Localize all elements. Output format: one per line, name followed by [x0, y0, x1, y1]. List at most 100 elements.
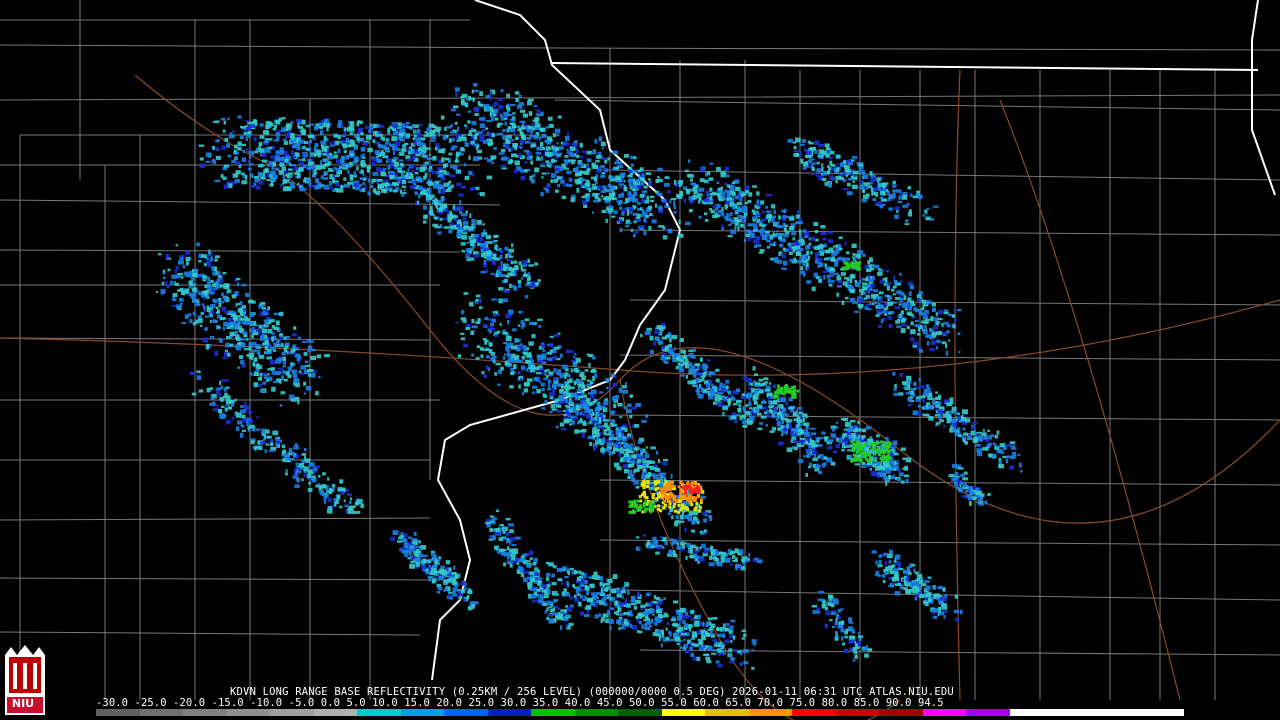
echo-pixel [345, 137, 349, 142]
echo-pixel [830, 461, 836, 466]
echo-pixel [856, 162, 862, 165]
echo-pixel [509, 563, 513, 568]
echo-pixel [952, 325, 956, 328]
echo-pixel [797, 259, 803, 264]
echo-pixel [921, 320, 925, 324]
echo-pixel [293, 363, 296, 366]
echo-pixel [795, 214, 800, 219]
echo-pixel [220, 173, 224, 178]
echo-pixel [886, 188, 889, 192]
echo-pixel [234, 330, 238, 335]
echo-pixel [263, 319, 269, 323]
echo-pixel [235, 334, 240, 339]
echo-pixel [652, 341, 657, 346]
echo-pixel [540, 111, 544, 116]
echo-pixel [263, 376, 268, 379]
echo-pixel [645, 172, 652, 175]
echo-pixel [522, 113, 528, 118]
echo-pixel [613, 166, 619, 170]
echo-pixel [264, 335, 268, 339]
echo-pixel [246, 354, 249, 357]
echo-pixel [296, 478, 300, 483]
echo-pixel [427, 181, 434, 186]
echo-pixel [696, 520, 700, 524]
echo-pixel [434, 225, 441, 229]
echo-pixel [454, 218, 459, 222]
echo-pixel [428, 565, 432, 568]
echo-pixel [234, 411, 239, 414]
echo-pixel [440, 197, 445, 202]
echo-pixel [768, 396, 771, 400]
echo-pixel [747, 236, 751, 242]
echo-pixel [537, 598, 544, 604]
echo-pixel [485, 521, 491, 525]
echo-pixel [917, 297, 920, 303]
echo-pixel [945, 343, 948, 349]
echo-pixel [752, 229, 758, 232]
echo-pixel [631, 184, 637, 189]
echo-pixel [608, 451, 613, 456]
echo-pixel [828, 439, 834, 443]
echo-pixel [817, 257, 823, 262]
echo-pixel [534, 117, 540, 121]
echo-pixel [462, 136, 467, 142]
echo-pixel [518, 128, 522, 132]
echo-pixel [721, 224, 724, 229]
echo-pixel [735, 388, 740, 393]
echo-pixel [665, 335, 670, 338]
echo-pixel [227, 154, 232, 158]
echo-pixel [472, 174, 475, 177]
echo-pixel [892, 285, 897, 289]
echo-pixel [680, 359, 685, 363]
echo-pixel [880, 319, 884, 324]
echo-pixel [539, 127, 545, 131]
echo-pixel [452, 587, 458, 592]
echo-pixel [520, 573, 525, 578]
echo-pixel [222, 271, 227, 275]
echo-pixel [867, 287, 870, 292]
echo-pixel [581, 195, 588, 199]
echo-pixel [324, 493, 329, 498]
echo-pixel [210, 256, 213, 262]
echo-pixel [245, 120, 249, 123]
echo-pixel [341, 135, 346, 138]
echo-pixel [707, 201, 714, 205]
echo-pixel [329, 142, 332, 145]
echo-pixel [321, 165, 326, 170]
echo-pixel [506, 141, 511, 145]
echo-pixel [248, 342, 254, 346]
echo-pixel [450, 165, 456, 169]
echo-pixel [558, 146, 564, 150]
echo-pixel [313, 146, 317, 152]
echo-pixel [725, 201, 730, 205]
echo-pixel [708, 395, 713, 400]
echo-pixel [237, 318, 241, 324]
echo-pixel [815, 255, 819, 260]
echo-pixel [867, 274, 870, 279]
echo-pixel [486, 175, 493, 180]
echo-pixel [859, 279, 862, 284]
echo-pixel [822, 270, 827, 274]
echo-pixel [266, 356, 273, 360]
echo-pixel [283, 140, 289, 145]
echo-pixel [214, 179, 221, 183]
echo-pixel [827, 169, 831, 175]
echo-pixel [433, 185, 439, 189]
echo-pixel [332, 140, 336, 145]
echo-pixel [338, 120, 343, 125]
echo-pixel [531, 127, 536, 131]
echo-pixel [715, 378, 720, 383]
echo-pixel [273, 124, 277, 129]
echo-pixel [752, 366, 756, 371]
echo-pixel [260, 335, 263, 340]
echo-pixel [548, 619, 554, 624]
echo-pixel [258, 164, 264, 168]
echo-pixel [742, 420, 747, 424]
echo-pixel [560, 179, 565, 184]
echo-pixel [684, 528, 687, 533]
echo-pixel [582, 186, 585, 189]
echo-pixel [621, 177, 625, 182]
echo-pixel [640, 449, 644, 453]
echo-pixel [508, 255, 514, 258]
echo-pixel [953, 318, 957, 322]
